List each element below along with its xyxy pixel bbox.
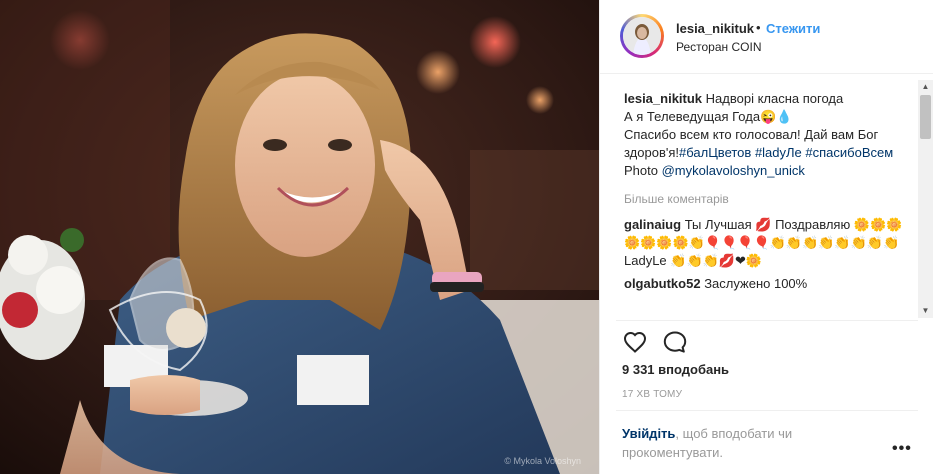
comment-username[interactable]: galinaiug — [624, 217, 681, 232]
post-timestamp[interactable]: 17 ХВ ТОМУ — [622, 389, 682, 400]
hashtag-link[interactable]: #балЦветов — [679, 145, 751, 160]
comment-item: olgabutko52 Заслужено 100% — [624, 275, 910, 293]
photo-illustration — [0, 0, 599, 474]
scroll-down-arrow-icon[interactable]: ▼ — [918, 304, 933, 318]
speech-bubble-icon — [663, 331, 687, 353]
location-link[interactable]: Ресторан COIN — [676, 40, 762, 54]
caption-username[interactable]: lesia_nikituk — [624, 91, 702, 106]
like-button[interactable] — [622, 330, 648, 354]
caption: lesia_nikituk Надворі класна погода А я … — [624, 90, 910, 180]
comment-username[interactable]: olgabutko52 — [624, 276, 701, 291]
divider — [616, 410, 918, 411]
heart-icon — [623, 331, 647, 353]
hashtag-link[interactable]: #спасибоВсем — [805, 145, 893, 160]
caption-photo-text: Photo — [624, 163, 658, 178]
comment-text: Заслужено 100% — [704, 276, 808, 291]
scroll-up-arrow-icon[interactable]: ▲ — [918, 80, 933, 94]
comments-scrollbar[interactable]: ▲ ▼ — [918, 80, 933, 318]
post-header: lesia_nikituk • Стежити Ресторан COIN — [600, 0, 933, 74]
scrollbar-thumb[interactable] — [920, 95, 931, 139]
instagram-post-view: © Mykola Voloshyn lesia_nikituk • Стежит… — [0, 0, 933, 474]
header-separator: • — [756, 20, 761, 35]
comment-item: galinaiug Ты Лучшая 💋 Поздравляю 🌼🌼🌼🌼🌼🌼🌼… — [624, 216, 910, 270]
login-prompt: Увійдіть, щоб вподобати чи прокоментуват… — [622, 424, 862, 462]
avatar[interactable] — [623, 17, 661, 55]
photo-credit: © Mykola Voloshyn — [504, 456, 581, 466]
hashtag-link[interactable]: #ladyЛе — [755, 145, 802, 160]
mention-link[interactable]: @mykolavoloshyn_unick — [662, 163, 805, 178]
header-username[interactable]: lesia_nikituk — [676, 21, 754, 36]
caption-line-1: Надворі класна погода — [705, 91, 844, 106]
likes-count[interactable]: 9 331 вподобань — [622, 362, 729, 377]
more-options-button[interactable]: ••• — [892, 440, 912, 458]
login-link[interactable]: Увійдіть — [622, 426, 675, 441]
post-photo[interactable]: © Mykola Voloshyn — [0, 0, 599, 474]
avatar-story-ring[interactable] — [620, 14, 664, 58]
divider — [616, 320, 918, 321]
comment-button[interactable] — [662, 330, 688, 354]
post-side-panel: lesia_nikituk • Стежити Ресторан COIN le… — [599, 0, 933, 474]
avatar-image — [623, 17, 661, 55]
caption-line-2: А я Телеведущая Года😜💧 — [624, 109, 793, 124]
comments-list[interactable]: lesia_nikituk Надворі класна погода А я … — [624, 90, 910, 320]
load-more-comments-button[interactable]: Більше коментарів — [624, 190, 910, 208]
follow-button[interactable]: Стежити — [766, 21, 820, 36]
